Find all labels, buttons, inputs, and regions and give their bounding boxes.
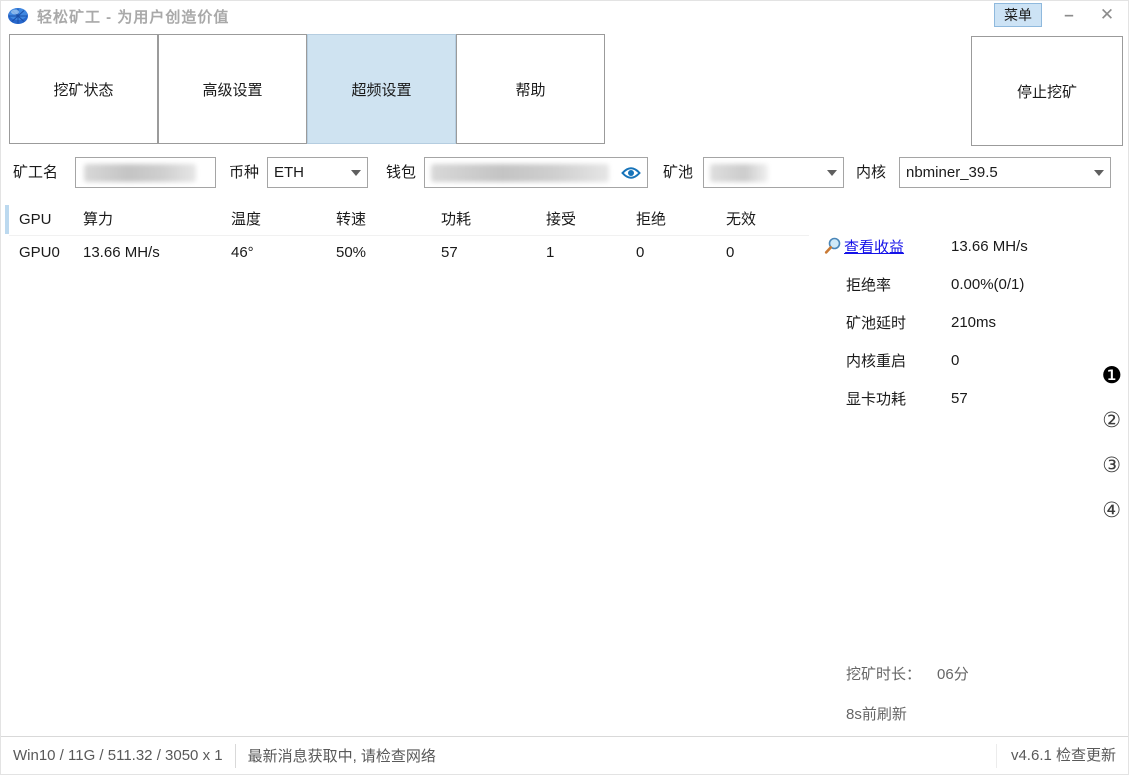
status-bar: Win10 / 11G / 511.32 / 3050 x 1 最新消息获取中,… — [1, 736, 1128, 774]
magnifier-icon — [824, 237, 842, 255]
gpu-page-2[interactable]: ② — [1102, 409, 1121, 432]
network-message-text: 最新消息获取中, 请检查网络 — [248, 745, 436, 766]
gpu-power-value: 57 — [951, 390, 968, 407]
status-divider — [235, 744, 236, 768]
gpu-page-indicator: ❶ ② ③ ④ — [1101, 364, 1122, 522]
chevron-down-icon — [827, 170, 837, 176]
gpu-table: GPU 算力 温度 转速 功耗 接受 拒绝 无效 GPU0 13.66 MH/s… — [9, 204, 809, 270]
stats-row-gpu-power: 显卡功耗 57 — [824, 383, 1124, 413]
chevron-down-icon — [1094, 170, 1104, 176]
cell-hashrate: 13.66 MH/s — [73, 236, 221, 270]
cell-temperature: 46° — [221, 236, 326, 270]
tab-overclock-settings[interactable]: 超频设置 — [307, 34, 456, 144]
col-accepted: 接受 — [536, 204, 626, 235]
miner-name-label: 矿工名 — [13, 157, 58, 188]
miner-config-form: 矿工名 币种 ETH 钱包 矿池 内核 nbminer_39.5 — [1, 157, 1128, 189]
tab-advanced-settings[interactable]: 高级设置 — [158, 34, 307, 144]
pool-latency-value: 210ms — [951, 314, 996, 331]
stats-row-pool-latency: 矿池延时 210ms — [824, 307, 1124, 337]
kernel-select[interactable]: nbminer_39.5 — [899, 157, 1111, 188]
session-info: 挖矿时长： 06分 8s前刷新 — [846, 663, 969, 724]
cell-accepted: 1 — [536, 236, 626, 270]
last-refresh-text: 8s前刷新 — [846, 703, 969, 724]
redacted-wallet-address — [431, 164, 609, 182]
system-info-text: Win10 / 11G / 511.32 / 3050 x 1 — [13, 747, 223, 764]
app-logo-icon — [7, 6, 31, 26]
tab-help[interactable]: 帮助 — [456, 34, 605, 144]
window-title: 轻松矿工 - 为用户创造价值 — [37, 6, 229, 27]
gpu-page-4[interactable]: ④ — [1102, 499, 1121, 522]
col-invalid: 无效 — [716, 204, 796, 235]
mining-duration-label: 挖矿时长： — [846, 663, 921, 684]
miner-name-input[interactable] — [75, 157, 216, 188]
stats-row-reject-rate: 拒绝率 0.00%(0/1) — [824, 269, 1124, 299]
stats-row-income: 查看收益 13.66 MH/s — [824, 231, 1124, 261]
cell-invalid: 0 — [716, 236, 796, 270]
col-hashrate: 算力 — [73, 204, 221, 235]
window-controls: 菜单 – ✕ — [994, 3, 1118, 27]
wallet-input[interactable] — [424, 157, 648, 188]
redacted-miner-name — [84, 164, 196, 182]
coin-select-value: ETH — [274, 164, 304, 181]
col-rejected: 拒绝 — [626, 204, 716, 235]
wallet-label: 钱包 — [386, 157, 416, 188]
stats-row-kernel-restarts: 内核重启 0 — [824, 345, 1124, 375]
menu-button[interactable]: 菜单 — [994, 3, 1042, 27]
chevron-down-icon — [351, 170, 361, 176]
view-income-link[interactable]: 查看收益 — [844, 236, 904, 257]
cell-gpu-name: GPU0 — [9, 236, 73, 270]
col-temperature: 温度 — [221, 204, 326, 235]
kernel-restart-value: 0 — [951, 352, 959, 369]
reject-rate-label: 拒绝率 — [824, 274, 951, 295]
pool-label: 矿池 — [663, 157, 693, 188]
mining-duration-value: 06分 — [937, 663, 969, 684]
coin-label: 币种 — [229, 157, 259, 188]
eye-icon[interactable] — [621, 166, 641, 180]
summary-stats-panel: 查看收益 13.66 MH/s 拒绝率 0.00%(0/1) 矿池延时 210m… — [824, 231, 1124, 421]
cell-rejected: 0 — [626, 236, 716, 270]
tab-mining-status[interactable]: 挖矿状态 — [9, 34, 158, 144]
version-check-update-link[interactable]: v4.6.1 检查更新 — [996, 744, 1116, 768]
minimize-icon[interactable]: – — [1058, 5, 1080, 25]
cell-power: 57 — [431, 236, 536, 270]
redacted-pool-name — [710, 164, 768, 182]
total-hashrate-value: 13.66 MH/s — [951, 238, 1028, 255]
reject-rate-value: 0.00%(0/1) — [951, 276, 1024, 293]
title-bar: 轻松矿工 - 为用户创造价值 菜单 – ✕ — [1, 1, 1128, 31]
gpu-table-header: GPU 算力 温度 转速 功耗 接受 拒绝 无效 — [9, 204, 809, 236]
pool-select[interactable] — [703, 157, 844, 188]
gpu-power-label: 显卡功耗 — [824, 388, 951, 409]
gpu-table-row: GPU0 13.66 MH/s 46° 50% 57 1 0 0 — [9, 236, 809, 270]
col-fan-speed: 转速 — [326, 204, 431, 235]
pool-latency-label: 矿池延时 — [824, 312, 951, 333]
kernel-restart-label: 内核重启 — [824, 350, 951, 371]
close-icon[interactable]: ✕ — [1096, 5, 1118, 25]
col-gpu: GPU — [9, 204, 73, 235]
kernel-label: 内核 — [856, 157, 886, 188]
app-window: 轻松矿工 - 为用户创造价值 菜单 – ✕ 挖矿状态 高级设置 超频设置 帮助 … — [0, 0, 1129, 775]
cell-fan-speed: 50% — [326, 236, 431, 270]
coin-select[interactable]: ETH — [267, 157, 368, 188]
kernel-select-value: nbminer_39.5 — [906, 164, 998, 181]
gpu-page-1[interactable]: ❶ — [1101, 364, 1122, 387]
col-power: 功耗 — [431, 204, 536, 235]
gpu-page-3[interactable]: ③ — [1102, 454, 1121, 477]
stop-mining-button[interactable]: 停止挖矿 — [971, 36, 1123, 146]
